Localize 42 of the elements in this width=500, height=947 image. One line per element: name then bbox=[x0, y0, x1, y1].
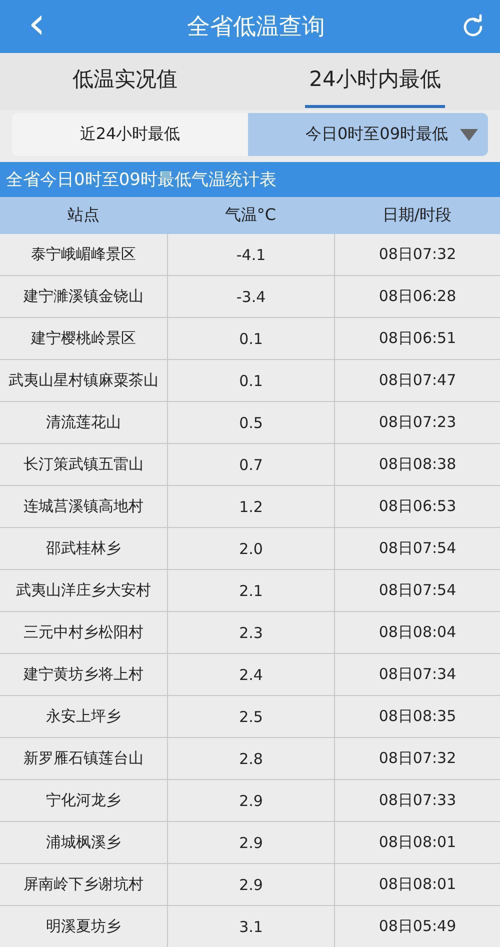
table-cell: 0.1 bbox=[167, 360, 334, 402]
table-cell: 08日06:28 bbox=[334, 276, 500, 318]
table-cell: 08日08:01 bbox=[334, 864, 500, 906]
table-title: 全省今日0时至09时最低气温统计表 bbox=[0, 162, 500, 197]
table-cell: 0.5 bbox=[167, 402, 334, 444]
table-cell: 08日07:32 bbox=[334, 738, 500, 780]
table-cell: 2.4 bbox=[167, 654, 334, 696]
table-cell: 08日07:47 bbox=[334, 360, 500, 402]
table-cell: -3.4 bbox=[167, 276, 334, 318]
table-cell: 2.5 bbox=[167, 696, 334, 738]
table-cell: 08日07:32 bbox=[334, 234, 500, 276]
table-cell: 2.8 bbox=[167, 738, 334, 780]
table-cell: 08日07:33 bbox=[334, 780, 500, 822]
table-cell: 08日07:54 bbox=[334, 528, 500, 570]
table-cell: 0.1 bbox=[167, 318, 334, 360]
table-cell: 2.1 bbox=[167, 570, 334, 612]
table-cell: 08日06:51 bbox=[334, 318, 500, 360]
tab[interactable]: 24小时内最低 bbox=[305, 53, 445, 108]
column-header: 站点 bbox=[0, 197, 167, 234]
table-cell: 08日06:53 bbox=[334, 486, 500, 528]
table-cell: 08日07:54 bbox=[334, 570, 500, 612]
table-cell: 1.2 bbox=[167, 486, 334, 528]
column-header: 气温°C bbox=[167, 197, 334, 234]
column-header: 日期/时段 bbox=[334, 197, 500, 234]
table-cell: 2.9 bbox=[167, 822, 334, 864]
table-cell: 08日07:34 bbox=[334, 654, 500, 696]
table-cell: 08日08:38 bbox=[334, 444, 500, 486]
filter-dropdown[interactable]: 今日0时至09时最低 bbox=[248, 113, 488, 156]
table-cell: 2.0 bbox=[167, 528, 334, 570]
table-cell: 0.7 bbox=[167, 444, 334, 486]
caret-icon bbox=[460, 128, 478, 140]
table-cell: 08日08:04 bbox=[334, 612, 500, 654]
filter-tab[interactable]: 近24小时最低 bbox=[12, 113, 248, 156]
page-title: 全省低温查询 bbox=[186, 13, 325, 42]
table-cell: 2.3 bbox=[167, 612, 334, 654]
tab[interactable]: 低温实况值 bbox=[68, 53, 182, 108]
table-cell: 08日08:01 bbox=[334, 822, 500, 864]
table-cell: 08日07:23 bbox=[334, 402, 500, 444]
table-cell: -4.1 bbox=[167, 234, 334, 276]
table-cell: 08日08:35 bbox=[334, 696, 500, 738]
table-cell: 2.9 bbox=[167, 780, 334, 822]
table-cell: 2.9 bbox=[167, 864, 334, 906]
